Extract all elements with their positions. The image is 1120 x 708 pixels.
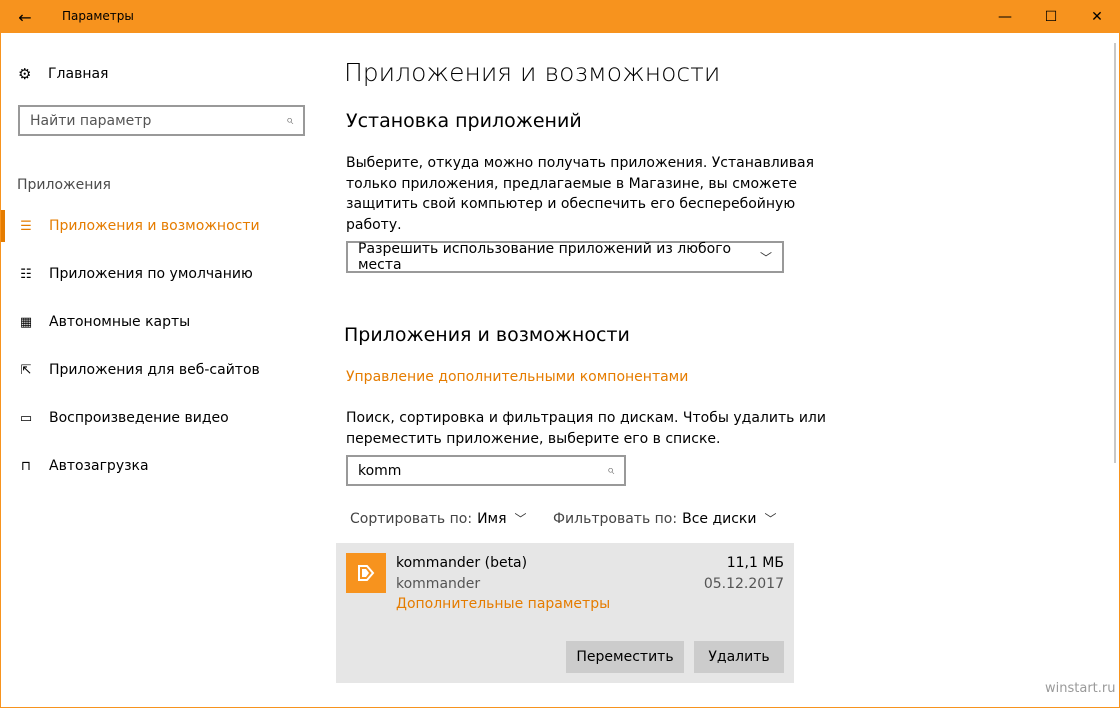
scrollbar-thumb[interactable] [1114, 43, 1116, 463]
filter-value: Все диски [682, 510, 757, 527]
search-description-line: Поиск, сортировка и фильтрация по дискам… [346, 410, 826, 426]
page-title: Приложения и возможности [344, 58, 721, 87]
sort-dropdown[interactable]: Сортировать по: Имя ﹀ [350, 510, 527, 527]
move-button[interactable]: Переместить [566, 641, 684, 673]
install-description-line: Выберите, откуда можно получать приложен… [346, 155, 814, 171]
sidebar-item-startup[interactable]: ⊓ Автозагрузка [1, 454, 321, 478]
install-heading: Установка приложений [346, 110, 582, 132]
sidebar-item-label: Автозагрузка [49, 458, 149, 474]
search-icon[interactable]: ⌕ [607, 463, 614, 478]
search-description: Поиск, сортировка и фильтрация по дискам… [346, 408, 826, 449]
sidebar-item-default-apps[interactable]: ☷ Приложения по умолчанию [1, 262, 321, 286]
advanced-options-link[interactable]: Дополнительные параметры [396, 596, 610, 612]
filter-label: Фильтровать по: [553, 510, 678, 527]
search-icon[interactable]: ⌕ [286, 113, 293, 128]
kommander-logo-icon [358, 565, 375, 581]
sidebar-item-video-playback[interactable]: ▭ Воспроизведение видео [1, 406, 321, 430]
chevron-down-icon: ﹀ [759, 250, 772, 265]
app-size: 11,1 МБ [726, 555, 784, 571]
sidebar-item-apps-for-websites[interactable]: ⇱ Приложения для веб-сайтов [1, 358, 321, 382]
watermark: winstart.ru [1045, 681, 1116, 696]
startup-icon: ⊓ [20, 458, 32, 474]
close-icon[interactable]: ✕ [1074, 1, 1119, 33]
maximize-icon[interactable]: ☐ [1028, 1, 1074, 33]
default-apps-icon: ☷ [20, 266, 32, 282]
back-arrow-icon[interactable]: ← [1, 1, 49, 33]
scrollbar[interactable] [1112, 33, 1118, 707]
minimize-icon[interactable]: — [982, 1, 1028, 33]
install-description-line: только приложения, предлагаемые в Магази… [346, 175, 798, 192]
install-description-line: работу. [346, 216, 402, 233]
sidebar-item-label: Приложения и возможности [49, 218, 260, 234]
video-icon: ▭ [19, 410, 33, 426]
sidebar-item-label: Приложения для веб-сайтов [49, 362, 260, 378]
sidebar-section-title: Приложения [17, 177, 111, 193]
install-description: Выберите, откуда можно получать приложен… [346, 153, 814, 235]
sidebar-item-label: Автономные карты [49, 314, 191, 330]
uninstall-button[interactable]: Удалить [694, 641, 784, 673]
web-app-icon: ⇱ [20, 362, 32, 378]
sort-value: Имя [477, 510, 507, 527]
manage-optional-features-link[interactable]: Управление дополнительными компонентами [346, 369, 688, 385]
install-source-value: Разрешить использование приложений из лю… [358, 241, 732, 273]
active-indicator [1, 210, 5, 242]
filter-dropdown[interactable]: Фильтровать по: Все диски ﹀ [553, 510, 777, 527]
title-bar: ← Параметры — ☐ ✕ [1, 1, 1119, 33]
sidebar-item-label: Воспроизведение видео [49, 410, 229, 426]
install-source-dropdown[interactable]: Разрешить использование приложений из лю… [346, 241, 784, 273]
apps-search-input[interactable]: komm ⌕ [346, 455, 626, 486]
window-title: Параметры [62, 9, 134, 23]
sidebar-item-apps-features[interactable]: ☰ Приложения и возможности [1, 210, 321, 242]
sort-label: Сортировать по: [350, 510, 473, 527]
settings-search-input[interactable]: Найти параметр ⌕ [18, 105, 305, 136]
settings-search-placeholder: Найти параметр [30, 112, 152, 129]
sidebar-item-offline-maps[interactable]: ▦ Автономные карты [1, 310, 321, 334]
sidebar-home-label: Главная [48, 66, 109, 82]
sidebar-home[interactable]: ⚙ Главная [18, 63, 108, 85]
chevron-down-icon: ﹀ [764, 512, 777, 526]
app-name: kommander (beta) [396, 555, 528, 571]
apps-search-value: komm [358, 462, 402, 479]
apps-heading: Приложения и возможности [344, 324, 630, 346]
search-description-line: переместить приложение, выберите его в с… [346, 430, 721, 447]
list-icon: ☰ [20, 218, 32, 234]
settings-window: ← Параметры — ☐ ✕ ⚙ Главная Найти параме… [0, 0, 1120, 708]
map-icon: ▦ [19, 314, 33, 330]
chevron-down-icon: ﹀ [514, 512, 527, 526]
gear-icon: ⚙ [18, 65, 32, 83]
install-description-line: защитить свой компьютер и обеспечить его… [346, 196, 796, 212]
sidebar-item-label: Приложения по умолчанию [49, 266, 253, 282]
app-list-item[interactable]: kommander (beta) kommander Дополнительны… [336, 543, 794, 683]
app-icon [346, 553, 386, 593]
app-publisher: kommander [396, 576, 481, 592]
app-install-date: 05.12.2017 [703, 576, 784, 592]
